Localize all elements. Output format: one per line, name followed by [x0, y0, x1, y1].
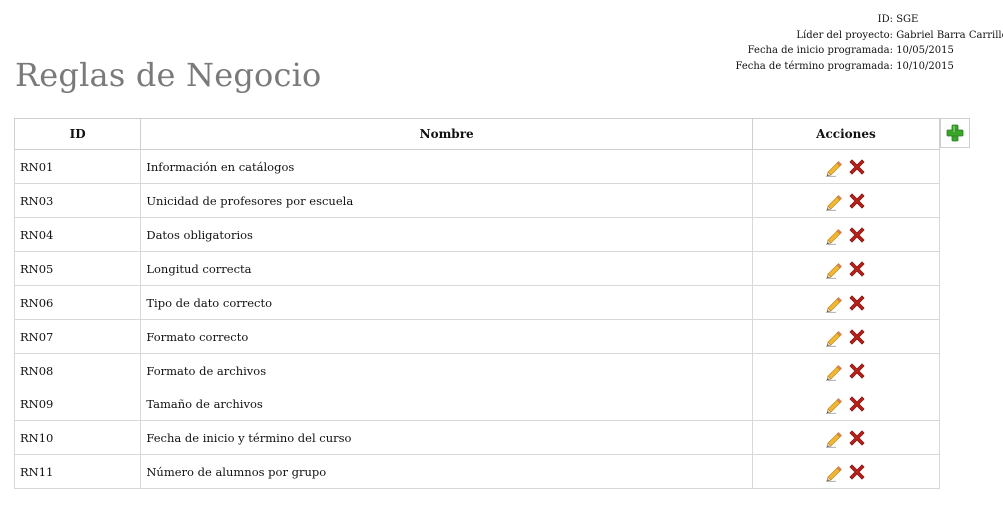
delete-x-icon[interactable] — [847, 259, 867, 279]
add-rule-button[interactable] — [940, 118, 970, 148]
table-row: RN04 Datos obligatorios — [13, 217, 941, 252]
table-row: RN01 Información en catálogos — [13, 149, 941, 184]
rule-actions-cell — [751, 183, 941, 218]
delete-x-icon[interactable] — [847, 225, 867, 245]
table-row: RN03 Unicidad de profesores por escuela — [13, 183, 941, 218]
rule-name-cell: Número de alumnos por grupo — [140, 454, 753, 489]
rule-name-cell: Longitud correcta — [140, 251, 753, 286]
project-end-value: 10/10/2015 — [896, 60, 954, 72]
rule-id-cell: RN08 — [13, 353, 142, 387]
pencil-icon[interactable] — [824, 157, 844, 177]
pencil-icon[interactable] — [824, 293, 844, 313]
pencil-icon[interactable] — [824, 327, 844, 347]
rule-id-cell: RN09 — [13, 387, 142, 421]
rule-name-cell: Formato correcto — [140, 319, 753, 354]
header-actions: Acciones — [751, 118, 941, 150]
rule-actions-cell — [751, 149, 941, 184]
table-row: RN07 Formato correcto — [13, 319, 941, 354]
delete-x-icon[interactable] — [847, 191, 867, 211]
pencil-icon[interactable] — [824, 462, 844, 482]
table-row: RN09 Tamaño de archivos — [13, 387, 941, 421]
project-leader-line: Líder del proyecto: Gabriel Barra Carril… — [720, 28, 1003, 44]
project-id-line: ID: SGE — [720, 12, 1000, 28]
pencil-icon[interactable] — [824, 191, 844, 211]
pencil-icon[interactable] — [824, 225, 844, 245]
rules-table: ID Nombre Acciones RN01 Información en ca… — [13, 118, 941, 489]
project-leader-value: Gabriel Barra Carrillo — [896, 29, 1003, 41]
delete-x-icon[interactable] — [847, 157, 867, 177]
rule-actions-cell — [751, 420, 941, 455]
rule-actions-cell — [751, 319, 941, 354]
project-start-line: Fecha de inicio programada: 10/05/2015 — [720, 43, 1000, 59]
table-row: RN11 Número de alumnos por grupo — [13, 454, 941, 489]
rule-id-cell: RN10 — [13, 420, 142, 455]
delete-x-icon[interactable] — [847, 293, 867, 313]
table-row: RN05 Longitud correcta — [13, 251, 941, 286]
rule-actions-cell — [751, 285, 941, 320]
pencil-icon[interactable] — [824, 394, 844, 414]
pencil-icon[interactable] — [824, 259, 844, 279]
rule-id-cell: RN05 — [13, 251, 142, 286]
table-row: RN06 Tipo de dato correcto — [13, 285, 941, 320]
pencil-icon[interactable] — [824, 428, 844, 448]
table-header-row: ID Nombre Acciones — [13, 118, 941, 150]
project-end-label: Fecha de término programada: — [735, 60, 893, 72]
rule-name-cell: Tamaño de archivos — [140, 387, 753, 421]
rule-id-cell: RN03 — [13, 183, 142, 218]
table-body: RN01 Información en catálogos RN03 Unicidad… — [13, 149, 941, 489]
rule-name-cell: Información en catálogos — [140, 149, 753, 184]
rule-id-cell: RN04 — [13, 217, 142, 252]
header-id[interactable]: ID — [13, 118, 142, 150]
project-end-line: Fecha de término programada: 10/10/2015 — [720, 59, 1000, 75]
plus-icon — [946, 124, 964, 142]
delete-x-icon[interactable] — [847, 428, 867, 448]
rule-actions-cell — [751, 217, 941, 252]
rule-name-cell: Fecha de inicio y término del curso — [140, 420, 753, 455]
table-row: RN08 Formato de archivos — [13, 353, 941, 387]
delete-x-icon[interactable] — [847, 361, 867, 381]
rule-id-cell: RN06 — [13, 285, 142, 320]
header-name[interactable]: Nombre — [140, 118, 753, 150]
project-start-label: Fecha de inicio programada: — [747, 45, 893, 56]
rule-actions-cell — [751, 353, 941, 387]
rule-name-cell: Unicidad de profesores por escuela — [140, 183, 753, 218]
delete-x-icon[interactable] — [847, 327, 867, 347]
table-row: RN10 Fecha de inicio y término del curso — [13, 420, 941, 455]
project-id-label: ID: — [877, 14, 893, 25]
rule-name-cell: Tipo de dato correcto — [140, 285, 753, 320]
delete-x-icon[interactable] — [847, 462, 867, 482]
project-id-value: SGE — [896, 14, 919, 25]
page-title: Reglas de Negocio — [15, 56, 322, 94]
rule-id-cell: RN11 — [13, 454, 142, 489]
rule-name-cell: Formato de archivos — [140, 353, 753, 387]
rule-actions-cell — [751, 387, 941, 421]
rule-id-cell: RN07 — [13, 319, 142, 354]
rule-id-cell: RN01 — [13, 149, 142, 184]
rule-actions-cell — [751, 251, 941, 286]
delete-x-icon[interactable] — [847, 394, 867, 414]
project-info: ID: SGE Líder del proyecto: Gabriel Barr… — [720, 12, 1003, 75]
rule-actions-cell — [751, 454, 941, 489]
pencil-icon[interactable] — [824, 361, 844, 381]
project-start-value: 10/05/2015 — [896, 45, 954, 56]
project-leader-label: Líder del proyecto: — [796, 29, 893, 41]
rule-name-cell: Datos obligatorios — [140, 217, 753, 252]
